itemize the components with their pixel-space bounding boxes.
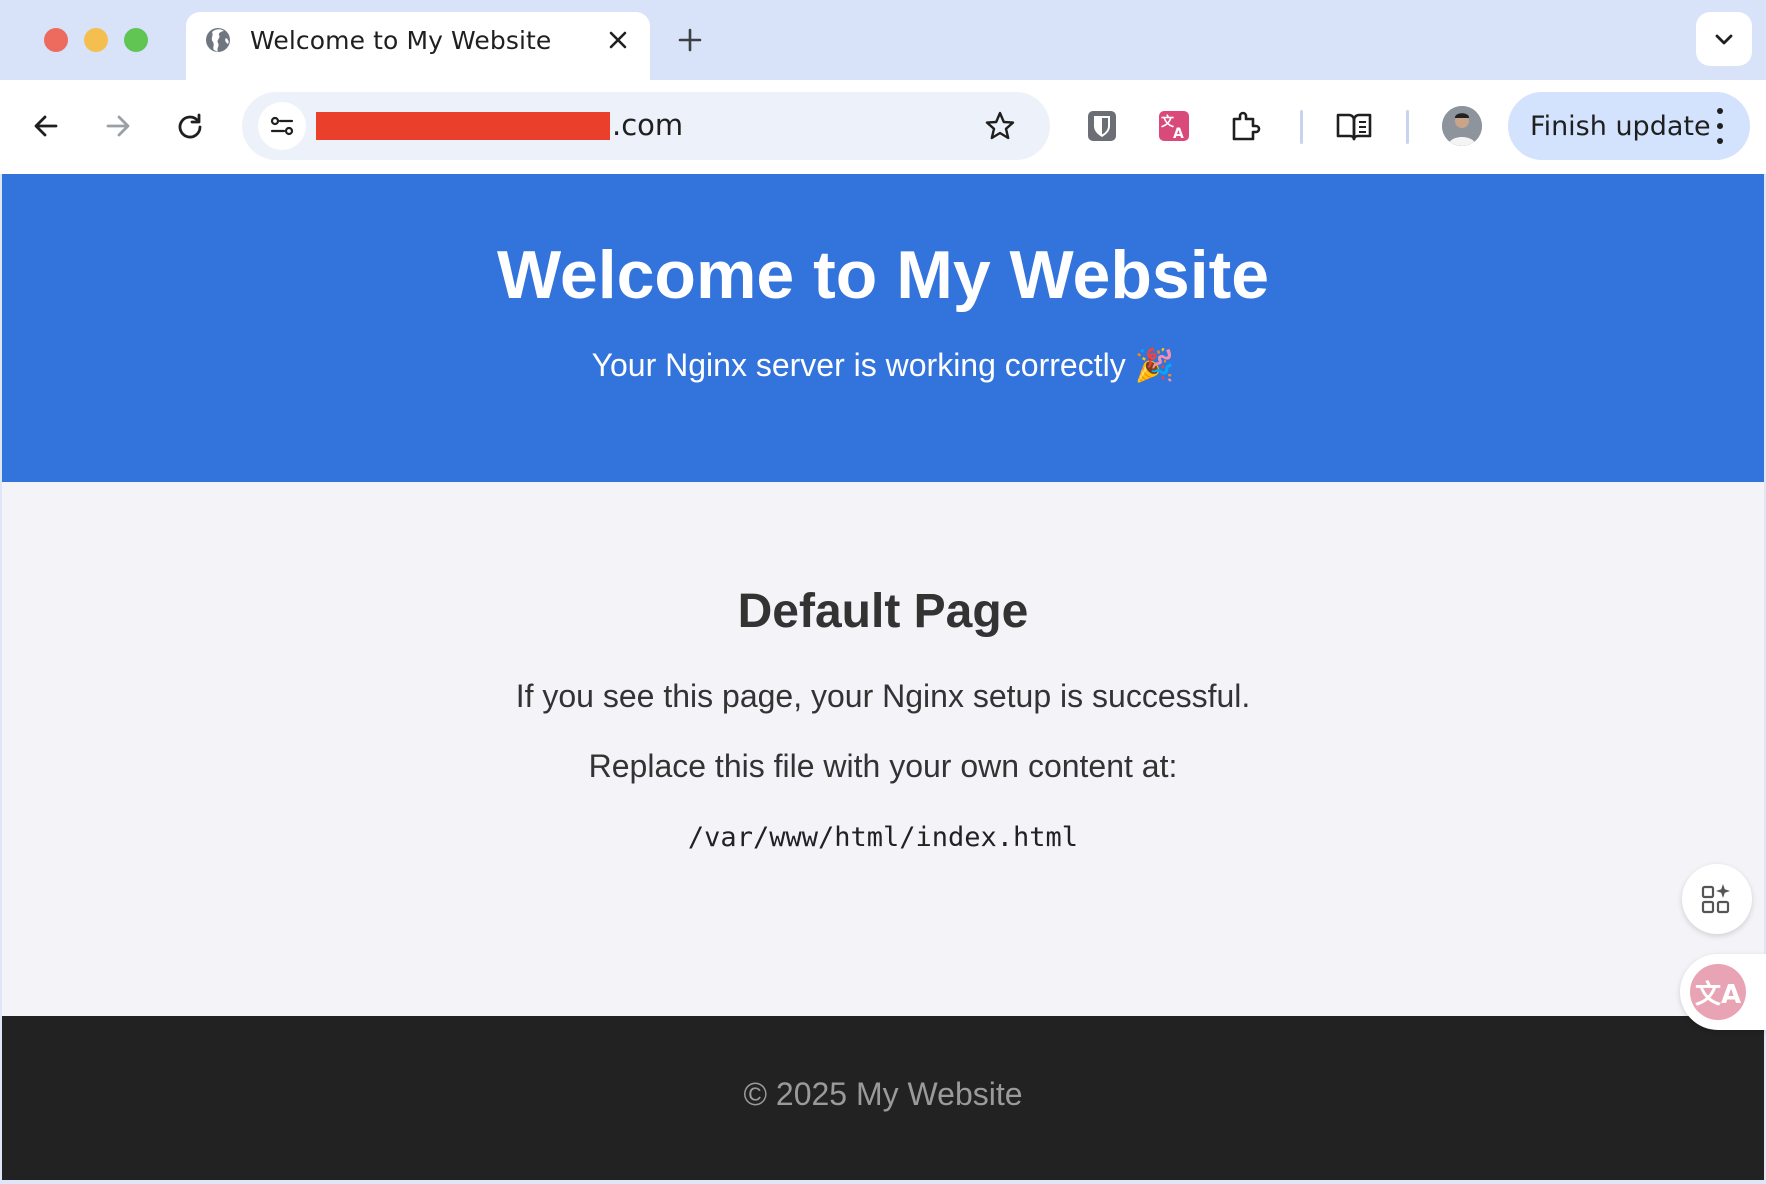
translate-icon: 文 A — [1159, 111, 1189, 142]
chevron-down-icon — [1715, 34, 1733, 45]
web-page: Welcome to My Website Your Nginx server … — [2, 174, 1764, 1180]
grid-sparkle-icon — [1701, 884, 1730, 914]
url-text: .com — [612, 108, 684, 142]
toolbar-divider — [1406, 110, 1409, 144]
tab-title: Welcome to My Website — [250, 26, 552, 55]
shield-icon — [1088, 111, 1116, 141]
avatar[interactable] — [1442, 106, 1482, 146]
arrow-left-icon — [34, 115, 58, 137]
file-path-code: /var/www/html/index.html — [687, 822, 1079, 853]
main-content: Default Page If you see this page, your … — [2, 482, 1764, 990]
back-button[interactable] — [20, 100, 72, 152]
finish-update-label: Finish update — [1530, 111, 1711, 142]
svg-text:A: A — [1173, 126, 1184, 142]
url-redaction — [316, 112, 610, 140]
translate-icon: 文A — [1690, 964, 1746, 1020]
success-paragraph: If you see this page, your Nginx setup i… — [515, 678, 1251, 714]
bitwarden-extension-button[interactable] — [1078, 102, 1126, 150]
extensions-button[interactable] — [1222, 102, 1270, 150]
book-icon — [1336, 113, 1372, 141]
replace-paragraph: Replace this file with your own content … — [588, 748, 1178, 784]
tune-icon — [270, 116, 294, 136]
toolbar-divider — [1300, 110, 1303, 144]
forward-button[interactable] — [92, 100, 144, 152]
reload-icon — [178, 113, 202, 139]
globe-icon — [204, 26, 232, 54]
address-bar[interactable]: .com — [242, 92, 1050, 160]
toolbar: .com 文 A Finish update — [0, 80, 1766, 175]
footer: © 2025 My Website — [2, 1016, 1764, 1180]
arrow-right-icon — [106, 115, 130, 137]
tab-strip: Welcome to My Website — [0, 0, 1766, 80]
tab-search-button[interactable] — [1696, 12, 1752, 66]
tab-active[interactable]: Welcome to My Website — [186, 12, 650, 80]
translate-float-button[interactable]: 文A — [1680, 954, 1766, 1030]
browser-window: Welcome to My Website .com 文 A Finish up… — [0, 0, 1766, 1184]
translate-extension-button[interactable]: 文 A — [1150, 102, 1198, 150]
hero-banner: Welcome to My Website Your Nginx server … — [2, 174, 1764, 482]
maximize-window-button[interactable] — [124, 28, 148, 52]
new-tab-button[interactable] — [674, 24, 706, 56]
kebab-icon[interactable] — [1710, 108, 1730, 144]
site-info-button[interactable] — [258, 102, 306, 150]
ai-widgets-button[interactable] — [1682, 864, 1752, 934]
close-window-button[interactable] — [44, 28, 68, 52]
footer-copyright: © 2025 My Website — [743, 1076, 1023, 1112]
reload-button[interactable] — [164, 100, 216, 152]
hero-subtitle: Your Nginx server is working correctly 🎉 — [591, 347, 1175, 383]
section-heading: Default Page — [737, 585, 1029, 638]
plus-icon — [678, 28, 702, 52]
minimize-window-button[interactable] — [84, 28, 108, 52]
reading-mode-button[interactable] — [1330, 102, 1378, 150]
star-icon[interactable] — [982, 108, 1018, 144]
page-title: Welcome to My Website — [496, 237, 1270, 313]
close-icon[interactable] — [604, 26, 632, 54]
finish-update-button[interactable]: Finish update — [1508, 92, 1750, 160]
puzzle-icon — [1232, 111, 1261, 141]
